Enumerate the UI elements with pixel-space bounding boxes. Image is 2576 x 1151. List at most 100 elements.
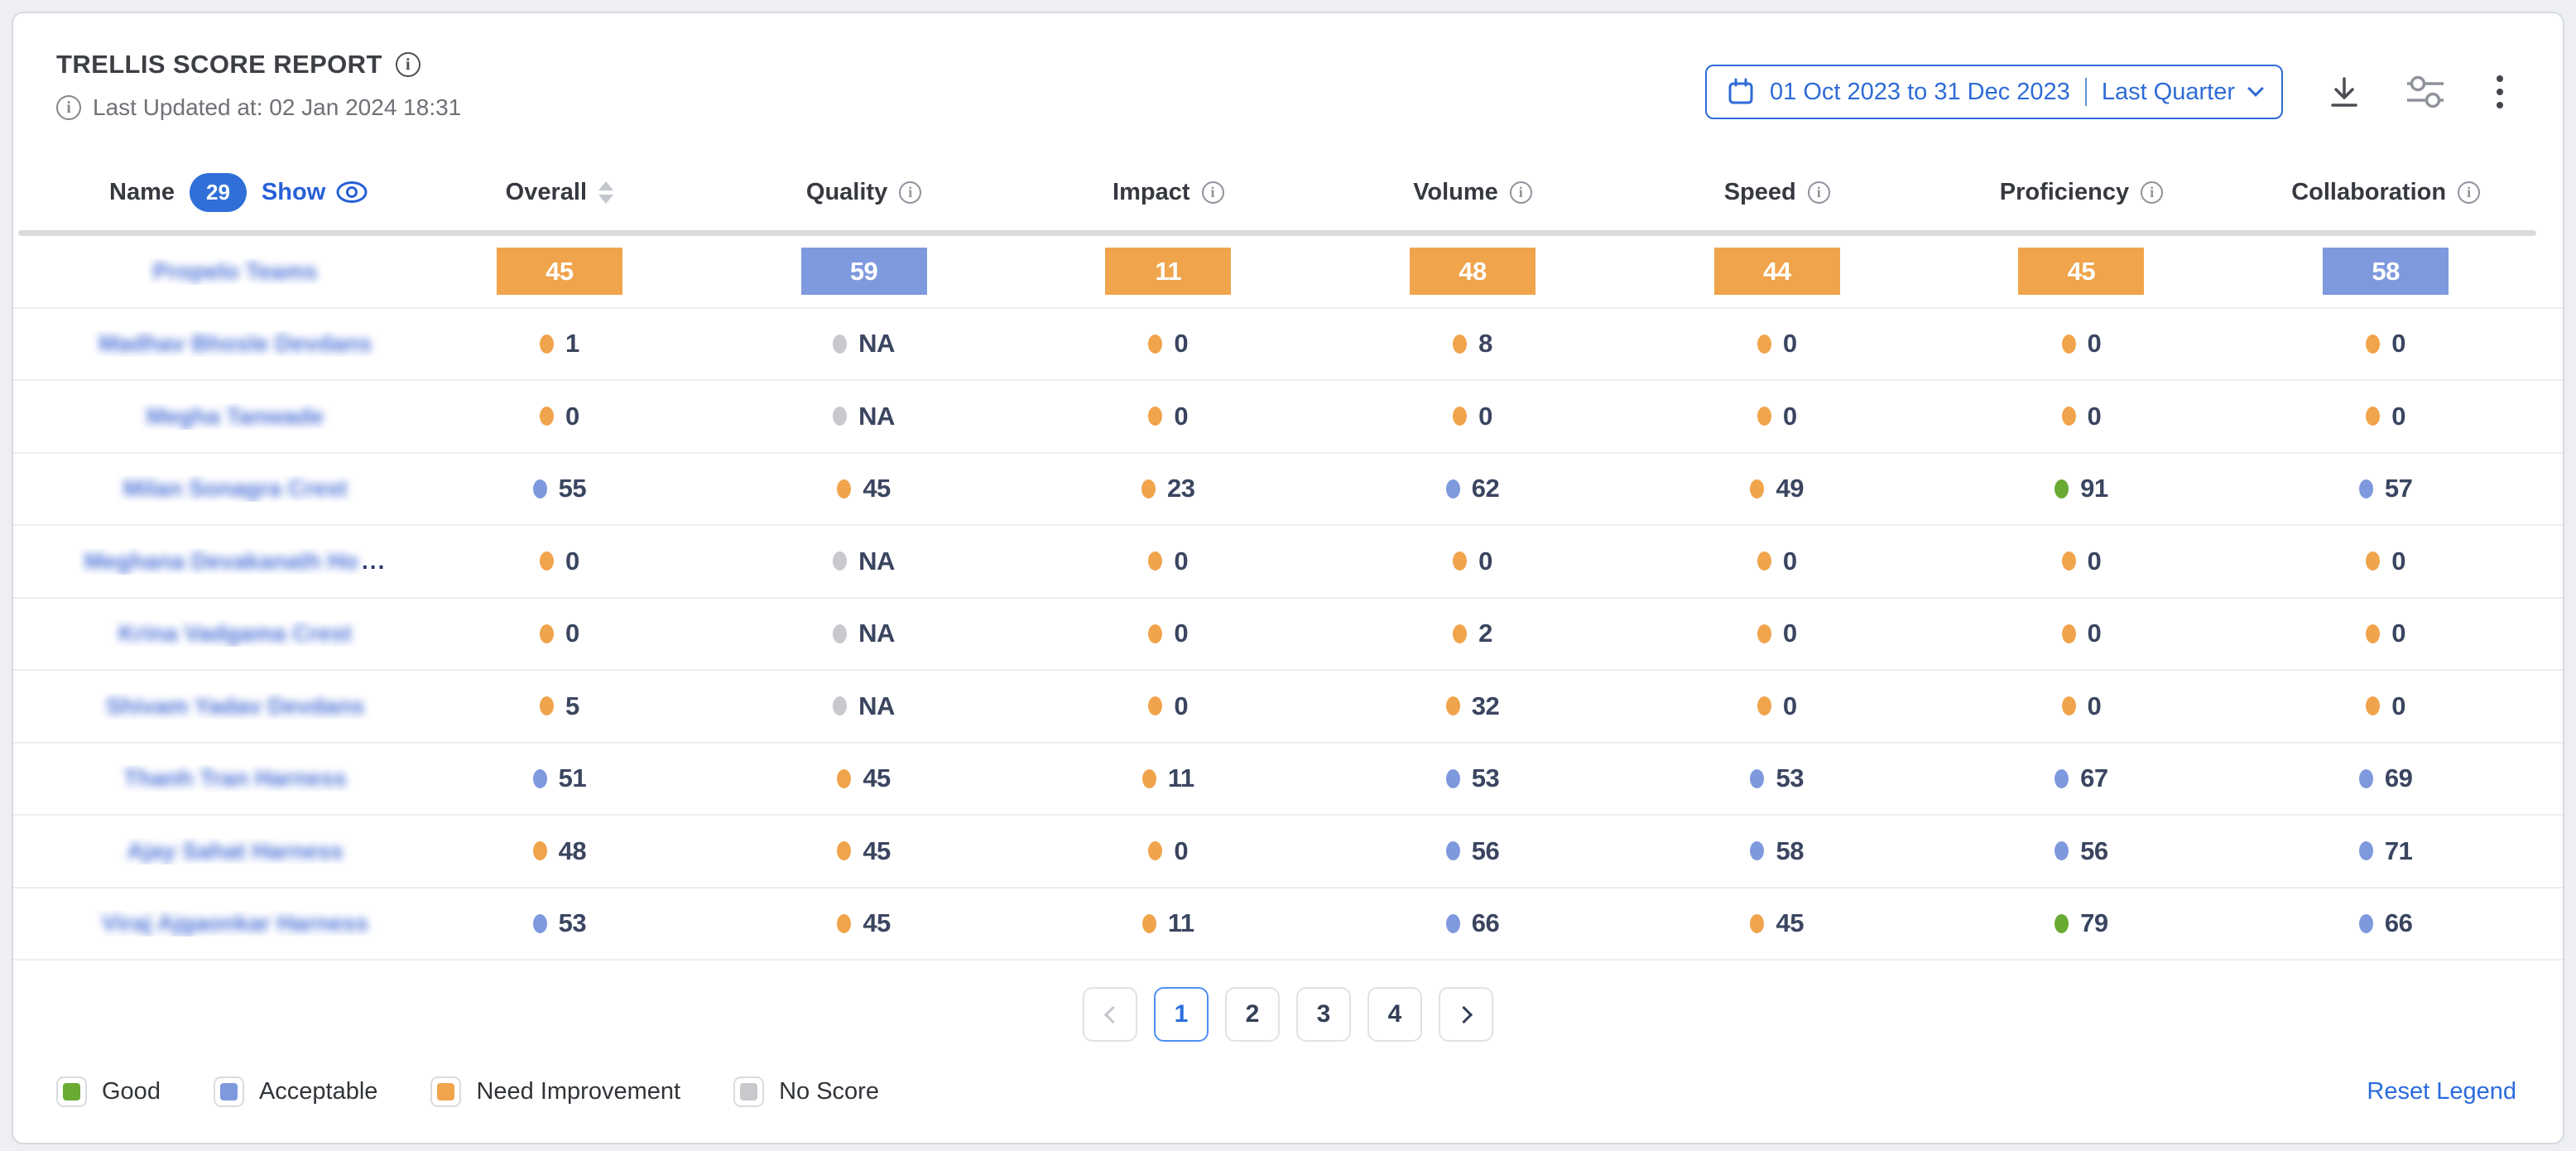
column-info-icon[interactable]: i <box>1808 181 1830 204</box>
score-value: 0 <box>2391 547 2405 576</box>
row-name-ellipsis: ... <box>362 548 386 575</box>
table-header-row: Name 29 Show OverallQualityiImpactiVolum… <box>13 154 2563 230</box>
sort-icon[interactable] <box>598 181 613 204</box>
score-value: 23 <box>1167 474 1194 503</box>
legend-label: Acceptable <box>259 1078 378 1105</box>
score-cell-volume: 62 <box>1320 474 1625 503</box>
legend-swatch-color <box>63 1083 80 1100</box>
score-badge: 44 <box>1714 248 1840 295</box>
score-dot <box>833 551 847 571</box>
score-value: 0 <box>1174 691 1188 721</box>
pagination-next-button[interactable] <box>1439 987 1493 1042</box>
legend-label: No Score <box>779 1078 879 1105</box>
score-dot <box>2366 624 2380 643</box>
score-value: 66 <box>2385 908 2412 938</box>
column-info-icon[interactable]: i <box>1510 181 1532 204</box>
score-value: 8 <box>1478 329 1492 359</box>
score-cell-quality: 59 <box>712 248 1016 295</box>
column-header-label: Overall <box>506 179 587 206</box>
kebab-dot <box>2497 75 2503 82</box>
score-value: 79 <box>2080 908 2107 938</box>
score-dot <box>2062 624 2076 643</box>
table-row: Propelo Teams45591148444558 <box>13 236 2563 309</box>
score-value: 0 <box>565 402 579 431</box>
score-dot <box>1750 841 1764 860</box>
column-info-icon[interactable]: i <box>2141 181 2163 204</box>
score-cell-proficiency: 56 <box>1930 836 2234 866</box>
column-header-label: Collaboration <box>2291 179 2446 206</box>
settings-sliders-button[interactable] <box>2405 73 2445 111</box>
column-info-icon[interactable]: i <box>1202 181 1224 204</box>
row-name-link[interactable]: Shivam Yadav Devdans <box>17 693 407 720</box>
legend-item-need_improvement[interactable]: Need Improvement <box>430 1076 680 1107</box>
score-dot <box>1446 479 1460 498</box>
row-name-text: Propelo Teams <box>153 258 318 285</box>
row-name-link[interactable]: Krina Vadgama Crest <box>17 620 407 647</box>
kebab-menu-button[interactable] <box>2488 72 2511 112</box>
title-info-icon[interactable]: i <box>396 52 421 77</box>
table-row: Madhav Bhosle Devdans1NA08000 <box>13 309 2563 382</box>
legend-item-good[interactable]: Good <box>56 1076 161 1107</box>
score-badge: 58 <box>2323 248 2449 295</box>
legend-item-no_score[interactable]: No Score <box>733 1076 879 1107</box>
reset-legend-link[interactable]: Reset Legend <box>2367 1078 2516 1105</box>
score-cell-speed: 44 <box>1625 248 1930 295</box>
score-value: 0 <box>1174 402 1188 431</box>
score-value: 58 <box>1776 836 1803 866</box>
column-header-impact: Impacti <box>1016 179 1320 206</box>
score-cell-volume: 66 <box>1320 908 1625 938</box>
pagination-page-2[interactable]: 2 <box>1225 987 1280 1042</box>
pagination-page-1[interactable]: 1 <box>1154 987 1209 1042</box>
score-dot <box>540 407 554 426</box>
score-cell-speed: 49 <box>1625 474 1930 503</box>
score-dot <box>533 769 547 788</box>
score-dot <box>1757 407 1771 426</box>
row-name-link[interactable]: Megha Tanwade <box>17 403 407 430</box>
score-dot <box>837 841 851 860</box>
row-name-link[interactable]: Ajay Sahat Harness <box>17 838 407 864</box>
row-name-link[interactable]: Viraj Ajgaonkar Harness <box>17 910 407 937</box>
row-name-link[interactable]: Madhav Bhosle Devdans <box>17 330 407 357</box>
score-dot <box>1148 841 1162 860</box>
score-value: 66 <box>1472 908 1499 938</box>
score-cell-collaboration: 57 <box>2233 474 2538 503</box>
score-value: 51 <box>559 763 586 793</box>
row-name-link[interactable]: Milan Sonagra Crest <box>17 475 407 502</box>
score-cell-collaboration: 66 <box>2233 908 2538 938</box>
pagination-page-4[interactable]: 4 <box>1367 987 1422 1042</box>
row-name-link[interactable]: Thanh Tran Harness <box>17 765 407 792</box>
score-value: 69 <box>2385 763 2412 793</box>
legend-item-acceptable[interactable]: Acceptable <box>214 1076 378 1107</box>
score-cell-proficiency: 0 <box>1930 402 2234 431</box>
row-name-text: Krina Vadgama Crest <box>118 620 352 647</box>
legend-swatch <box>430 1076 461 1107</box>
column-info-icon[interactable]: i <box>2458 181 2480 204</box>
score-dot <box>2055 841 2069 860</box>
score-dot <box>837 769 851 788</box>
score-value: 0 <box>2088 691 2102 721</box>
score-cell-proficiency: 0 <box>1930 547 2234 576</box>
show-names-link[interactable]: Show <box>262 179 368 206</box>
score-dot <box>1757 551 1771 571</box>
score-value: 0 <box>565 619 579 648</box>
score-cell-collaboration: 71 <box>2233 836 2538 866</box>
row-name-link[interactable]: Propelo Teams <box>17 258 407 285</box>
score-dot <box>2062 696 2076 715</box>
pagination-page-3[interactable]: 3 <box>1296 987 1351 1042</box>
table-row: Thanh Tran Harness51451153536769 <box>13 744 2563 816</box>
score-value: 0 <box>1478 547 1492 576</box>
score-dot <box>540 551 554 571</box>
score-value: 67 <box>2080 763 2107 793</box>
download-button[interactable] <box>2326 74 2362 110</box>
score-dot <box>1453 335 1467 354</box>
score-value: 0 <box>1174 619 1188 648</box>
eye-icon <box>335 181 368 204</box>
table-row: Megha Tanwade0NA00000 <box>13 381 2563 454</box>
score-cell-quality: NA <box>712 329 1016 359</box>
column-info-icon[interactable]: i <box>899 181 921 204</box>
pagination: 1234 <box>13 987 2563 1042</box>
score-value: 0 <box>2391 691 2405 721</box>
date-range-button[interactable]: 01 Oct 2023 to 31 Dec 2023 Last Quarter <box>1705 65 2283 119</box>
row-name-link[interactable]: Meghana Devakanath Ho... <box>17 548 407 575</box>
score-cell-overall: 0 <box>407 402 712 431</box>
